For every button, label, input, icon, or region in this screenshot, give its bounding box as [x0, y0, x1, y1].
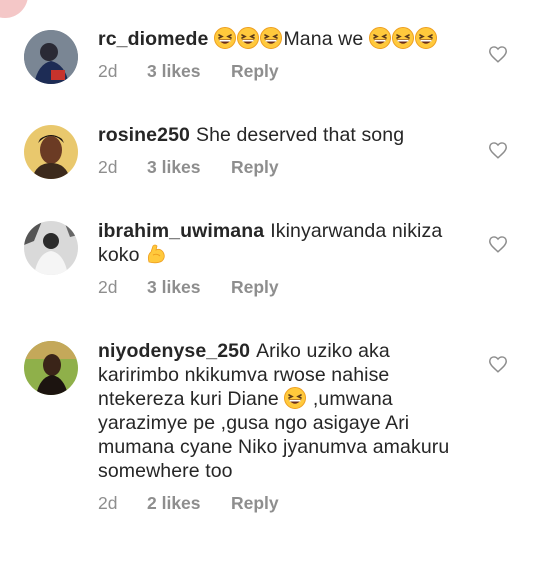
avatar-image	[24, 341, 78, 395]
comment-username[interactable]: rc_diomede	[98, 28, 208, 50]
comment-item: rc_diomede Mana we 2d 3 likes Reply	[0, 0, 540, 96]
avatar-image	[24, 221, 78, 275]
heart-outline-icon[interactable]	[487, 139, 509, 161]
avatar[interactable]	[24, 341, 78, 395]
comment-body: ibrahim_uwimana Ikinyarwanda nikiza koko	[98, 219, 468, 267]
grinning-squint-face-emoji	[260, 27, 283, 49]
grinning-squint-face-emoji	[214, 27, 237, 49]
avatar-image	[24, 30, 78, 84]
comment-body: rc_diomede Mana we	[98, 27, 468, 51]
comment-item: ibrahim_uwimana Ikinyarwanda nikiza koko …	[0, 192, 540, 312]
comment-timestamp: 2d	[98, 493, 118, 513]
heart-outline-icon[interactable]	[487, 233, 509, 255]
comment-timestamp: 2d	[98, 157, 118, 177]
comment-likes-count[interactable]: 2 likes	[147, 493, 231, 514]
comment-username[interactable]: rosine250	[98, 124, 190, 146]
reply-button[interactable]: Reply	[231, 61, 279, 82]
comment-body: rosine250 She deserved that song	[98, 123, 468, 147]
grinning-squint-face-emoji	[414, 27, 437, 49]
comment-meta: 2d 3 likes Reply	[98, 157, 279, 178]
comment-likes-count[interactable]: 3 likes	[147, 157, 231, 178]
comment-body: niyodenyse_250 Ariko uziko aka karirimbo …	[98, 339, 468, 483]
reply-button[interactable]: Reply	[231, 277, 279, 298]
comment-meta: 2d 3 likes Reply	[98, 61, 279, 82]
comment-text: She deserved that song	[195, 124, 405, 146]
avatar[interactable]	[24, 30, 78, 84]
flexed-biceps-emoji	[145, 243, 167, 265]
comment-username[interactable]: niyodenyse_250	[98, 340, 250, 362]
avatar-image	[24, 125, 78, 179]
comment-timestamp: 2d	[98, 277, 118, 297]
grinning-squint-face-emoji	[391, 27, 414, 49]
comment-meta: 2d 3 likes Reply	[98, 277, 279, 298]
avatar[interactable]	[24, 221, 78, 275]
grinning-squint-face-emoji	[284, 387, 307, 409]
comment-likes-count[interactable]: 3 likes	[147, 61, 231, 82]
grinning-squint-face-emoji	[368, 27, 391, 49]
comment-item: niyodenyse_250 Ariko uziko aka karirimbo …	[0, 312, 540, 561]
heart-outline-icon[interactable]	[487, 353, 509, 375]
comment-username[interactable]: ibrahim_uwimana	[98, 220, 264, 242]
comment-item: rosine250 She deserved that song 2d 3 like…	[0, 96, 540, 192]
grinning-squint-face-emoji	[237, 27, 260, 49]
reply-button[interactable]: Reply	[231, 493, 279, 514]
comment-likes-count[interactable]: 3 likes	[147, 277, 231, 298]
comment-timestamp: 2d	[98, 61, 118, 81]
reply-button[interactable]: Reply	[231, 157, 279, 178]
comment-meta: 2d 2 likes Reply	[98, 493, 279, 514]
comment-text: Mana we	[283, 28, 364, 50]
avatar[interactable]	[24, 125, 78, 179]
heart-outline-icon[interactable]	[487, 43, 509, 65]
